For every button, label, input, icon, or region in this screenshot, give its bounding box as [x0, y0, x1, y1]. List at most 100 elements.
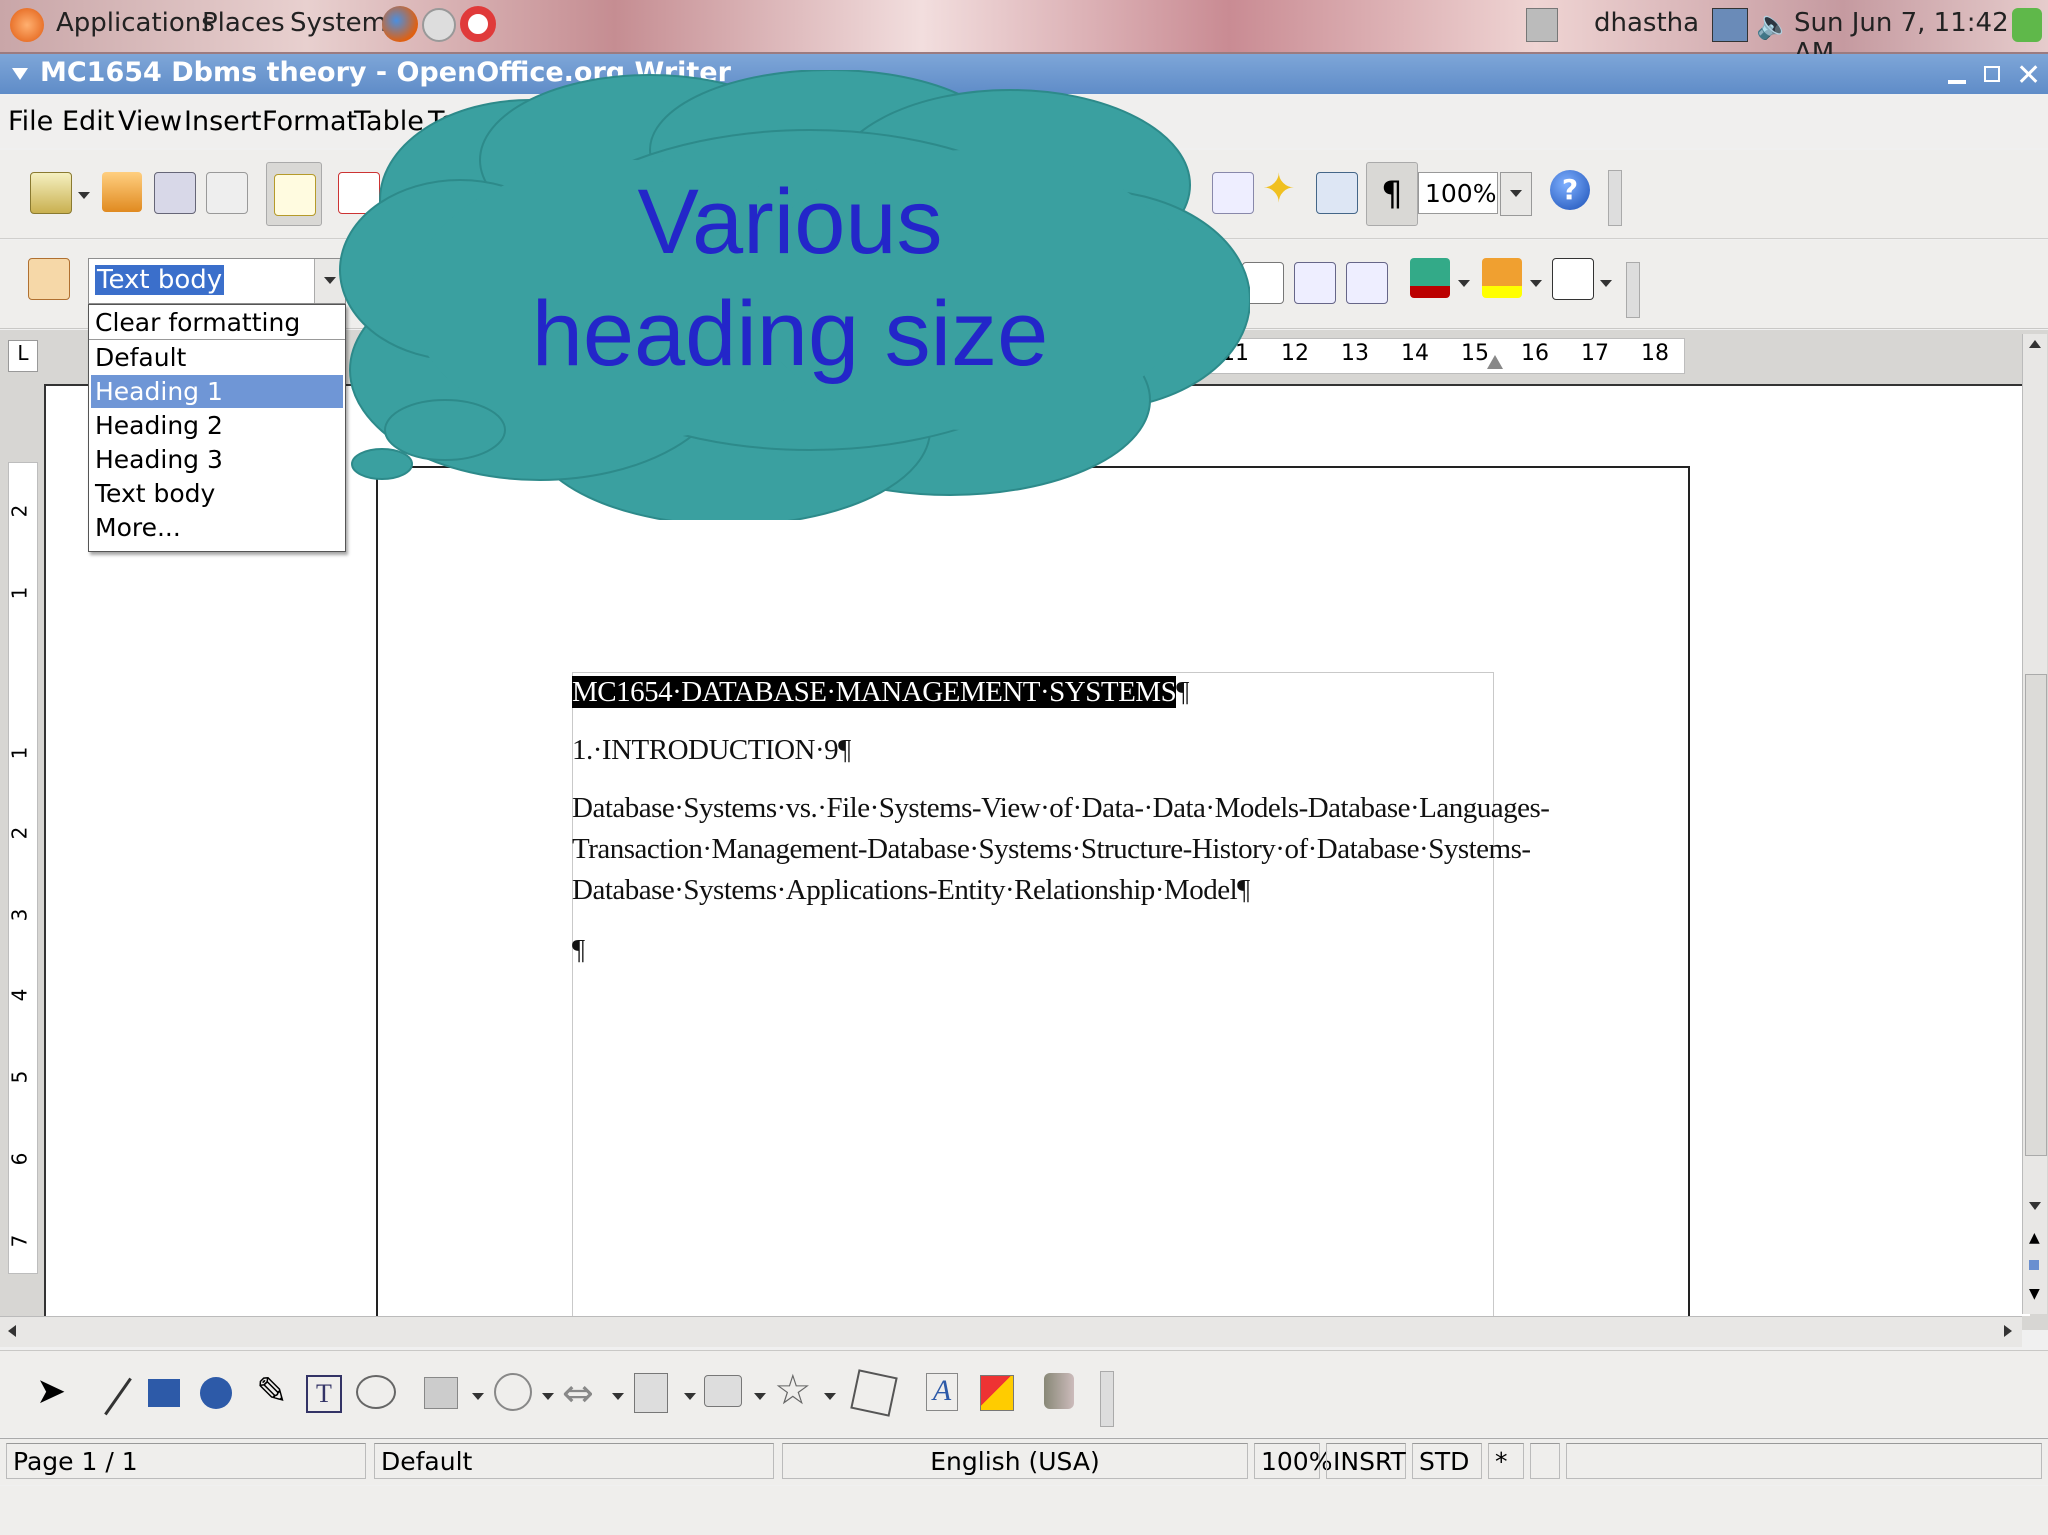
previous-page-icon[interactable]: ▲	[2029, 1230, 2040, 1246]
doc-introduction-line[interactable]: 1.·INTRODUCTION·9¶	[572, 734, 851, 767]
increase-indent-icon[interactable]	[1346, 262, 1388, 304]
fontwork-gallery-icon[interactable]: A	[926, 1373, 958, 1411]
email-document-icon[interactable]	[206, 172, 248, 214]
close-icon[interactable]: ✕	[2016, 58, 2041, 93]
style-option-clear-formatting[interactable]: Clear formatting	[91, 306, 343, 339]
selected-heading-text[interactable]: MC1654·DATABASE·MANAGEMENT·SYSTEMS	[572, 676, 1177, 708]
points-icon[interactable]	[850, 1369, 898, 1417]
formatting-marks-toggle[interactable]: ¶	[1366, 162, 1418, 226]
ellipse-tool-icon[interactable]	[200, 1377, 232, 1409]
quit-runner-icon[interactable]	[2012, 8, 2042, 42]
style-option-heading-1[interactable]: Heading 1	[91, 375, 343, 408]
window-menu-arrow-icon[interactable]	[12, 68, 28, 80]
style-option-text-body[interactable]: Text body	[91, 477, 343, 510]
scroll-thumb[interactable]	[2025, 674, 2047, 1156]
navigation-icon[interactable]	[2029, 1260, 2039, 1270]
rectangle-tool-icon[interactable]	[148, 1379, 180, 1407]
doc-paragraph-line-1[interactable]: Database·Systems·vs.·File·Systems-View·o…	[572, 792, 1550, 825]
style-option-heading-3[interactable]: Heading 3	[91, 443, 343, 476]
horizontal-scrollbar[interactable]	[0, 1316, 2022, 1347]
text-tool-icon[interactable]: T	[306, 1375, 342, 1413]
stars-icon[interactable]: ☆	[774, 1365, 812, 1414]
menu-edit[interactable]: Edit	[62, 106, 114, 137]
paragraph-background-icon[interactable]	[1552, 258, 1594, 300]
doc-paragraph-line-2[interactable]: Transaction·Management-Database·Systems·…	[572, 833, 1531, 866]
save-icon[interactable]	[154, 172, 196, 214]
select-arrow-icon[interactable]: ➤	[36, 1371, 66, 1412]
callouts-icon[interactable]	[356, 1375, 396, 1409]
data-sources-icon[interactable]	[1316, 172, 1358, 214]
volume-icon[interactable]: 🔈	[1756, 8, 1791, 41]
freeform-line-icon[interactable]: ✎	[256, 1369, 288, 1413]
paragraph-background-dropdown-icon[interactable]	[1600, 280, 1612, 287]
status-language[interactable]: English (USA)	[782, 1443, 1248, 1479]
vertical-ruler[interactable]: 2 1 1 2 3 4 5 6 7	[7, 462, 38, 1274]
decrease-indent-icon[interactable]	[1294, 262, 1336, 304]
flowcharts-dropdown-icon[interactable]	[684, 1393, 696, 1400]
system-menu[interactable]: System	[290, 8, 387, 38]
block-arrows-icon[interactable]: ⇔	[562, 1371, 594, 1415]
zoom-combo[interactable]: 100%	[1418, 172, 1498, 214]
network-disconnected-icon[interactable]	[1712, 8, 1748, 42]
user-name[interactable]: dhastha	[1594, 8, 1699, 38]
applications-menu[interactable]: Applications	[56, 8, 215, 38]
drawbar-overflow-handle[interactable]	[1100, 1371, 1114, 1427]
gallery-star-icon[interactable]: ✦	[1262, 166, 1296, 212]
scroll-left-arrow-icon[interactable]	[8, 1325, 16, 1337]
font-color-dropdown-icon[interactable]	[1458, 280, 1470, 287]
doc-empty-paragraph[interactable]: ¶	[572, 934, 585, 967]
help-icon[interactable]: ?	[1550, 170, 1590, 210]
status-zoom[interactable]: 100%	[1254, 1443, 1332, 1479]
status-page-style[interactable]: Default	[374, 1443, 774, 1479]
style-option-heading-2[interactable]: Heading 2	[91, 409, 343, 442]
open-folder-icon[interactable]	[102, 172, 142, 212]
callout-shapes-icon[interactable]	[704, 1375, 742, 1407]
basic-shapes-icon[interactable]	[424, 1377, 458, 1409]
scroll-up-arrow-icon[interactable]	[2029, 340, 2041, 348]
paragraph-style-dropdown-list[interactable]: Clear formatting Default Heading 1 Headi…	[88, 304, 346, 552]
gnome-foot-icon[interactable]	[10, 8, 44, 42]
toolbar-overflow-handle[interactable]	[1608, 170, 1622, 226]
status-digital-signature[interactable]	[1530, 1443, 1560, 1479]
minimize-icon[interactable]	[1948, 80, 1966, 84]
menu-file[interactable]: File	[8, 106, 53, 137]
basic-shapes-dropdown-icon[interactable]	[472, 1393, 484, 1400]
help-lifebuoy-icon[interactable]	[460, 6, 496, 42]
status-page[interactable]: Page 1 / 1	[6, 1443, 366, 1479]
insert-image-icon[interactable]	[980, 1375, 1014, 1411]
paragraph-style-value[interactable]: Text body	[95, 265, 225, 295]
next-page-icon[interactable]: ▼	[2029, 1286, 2040, 1302]
block-arrows-dropdown-icon[interactable]	[612, 1393, 624, 1400]
toolbar2-overflow-handle[interactable]	[1626, 262, 1640, 318]
menu-insert[interactable]: Insert	[184, 106, 261, 137]
scroll-down-arrow-icon[interactable]	[2029, 1202, 2041, 1210]
highlighting-dropdown-icon[interactable]	[1530, 280, 1542, 287]
symbol-shapes-icon[interactable]	[494, 1373, 532, 1411]
doc-heading-line[interactable]: MC1654·DATABASE·MANAGEMENT·SYSTEMS¶	[572, 676, 1189, 709]
vertical-scrollbar[interactable]: ▲ ▼	[2022, 334, 2047, 1314]
style-option-more[interactable]: More...	[91, 511, 343, 544]
paragraph-style-combo[interactable]: Text body	[88, 258, 346, 304]
line-tool-icon[interactable]	[104, 1377, 132, 1416]
extrusion-toggle-icon[interactable]	[1044, 1373, 1074, 1409]
status-selection-mode[interactable]: STD	[1412, 1443, 1482, 1479]
right-indent-marker[interactable]	[1487, 355, 1503, 369]
maximize-icon[interactable]	[1984, 66, 2000, 82]
firefox-icon[interactable]	[382, 6, 418, 42]
symbol-shapes-dropdown-icon[interactable]	[542, 1393, 554, 1400]
tab-stop-selector[interactable]: L	[8, 340, 38, 372]
stars-dropdown-icon[interactable]	[824, 1393, 836, 1400]
email-client-icon[interactable]	[422, 8, 456, 42]
doc-paragraph-line-3[interactable]: Database·Systems·Applications-Entity·Rel…	[572, 874, 1250, 907]
callout-shapes-dropdown-icon[interactable]	[754, 1393, 766, 1400]
status-insert-mode[interactable]: INSRT	[1326, 1443, 1406, 1479]
style-option-default[interactable]: Default	[91, 341, 343, 374]
network-manager-icon[interactable]	[1526, 8, 1558, 42]
highlighting-icon[interactable]	[1482, 258, 1522, 298]
places-menu[interactable]: Places	[202, 8, 285, 38]
scroll-right-arrow-icon[interactable]	[2004, 1325, 2012, 1337]
styles-formatting-icon[interactable]	[28, 258, 70, 300]
new-document-icon[interactable]	[30, 172, 72, 214]
font-color-icon[interactable]	[1410, 258, 1450, 298]
new-dropdown-arrow-icon[interactable]	[78, 192, 90, 199]
